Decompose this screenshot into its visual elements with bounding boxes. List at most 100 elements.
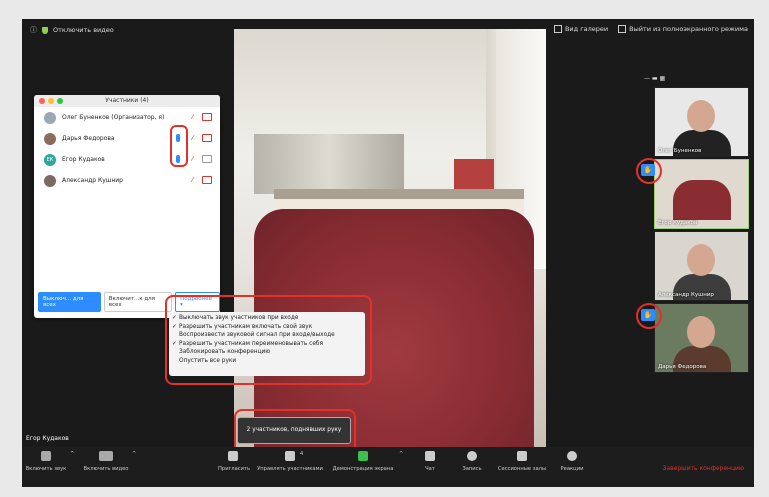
unmute-button[interactable]: Включить звук bbox=[24, 451, 68, 472]
menu-item-lock-meeting[interactable]: Заблокировать конференцию bbox=[169, 348, 365, 357]
check-icon: ✓ bbox=[172, 315, 177, 321]
menu-item-label: Заблокировать конференцию bbox=[179, 349, 271, 355]
reactions-button[interactable]: Реакции bbox=[554, 451, 590, 472]
invite-button[interactable]: Пригласить bbox=[218, 451, 251, 472]
info-icon[interactable]: ⓘ bbox=[30, 25, 37, 35]
invite-label: Пригласить bbox=[218, 466, 251, 472]
unmute-all-button[interactable]: Включит...к для всех bbox=[103, 292, 173, 312]
menu-item-label: Выключать звук участников при входе bbox=[179, 315, 299, 321]
meeting-toolbar: Включить звук ^ Включить видео ^ Приглас… bbox=[22, 447, 754, 487]
thumbnail-video[interactable]: Олег Буненков bbox=[654, 87, 749, 157]
mic-off-icon[interactable]: ⁄ bbox=[192, 176, 198, 184]
participant-row[interactable]: Дарья Федорова ⁄ bbox=[34, 128, 220, 149]
share-options-chevron-icon[interactable]: ^ bbox=[399, 451, 403, 457]
camera-icon[interactable] bbox=[202, 155, 212, 163]
gallery-view-label: Вид галереи bbox=[564, 25, 609, 33]
menu-item-allow-rename[interactable]: ✓ Разрешить участникам переименовывать се… bbox=[169, 340, 365, 349]
participant-row[interactable]: Олег Буненков (Организатор, я) ⁄ bbox=[34, 107, 220, 128]
video-options-chevron-icon[interactable]: ^ bbox=[132, 451, 136, 457]
person-face bbox=[687, 316, 715, 348]
chat-icon bbox=[425, 451, 435, 461]
minimize-dot-icon[interactable] bbox=[48, 98, 54, 104]
thumbnail-name: Александр Кушнир bbox=[658, 292, 714, 298]
recording-label: Отключить видео bbox=[53, 26, 114, 34]
thumbnail-video[interactable]: Егор Кудаков bbox=[654, 159, 749, 229]
exit-fullscreen-label: Выйти из полноэкранного режима bbox=[629, 25, 748, 33]
security-shield-icon[interactable] bbox=[42, 26, 48, 34]
more-options-menu: ✓ Выключать звук участников при входе ✓ Ра… bbox=[169, 312, 365, 376]
menu-item-mute-on-entry[interactable]: ✓ Выключать звук участников при входе bbox=[169, 314, 365, 323]
hand-highlight bbox=[636, 303, 662, 329]
wall-mural bbox=[254, 134, 404, 194]
start-video-button[interactable]: Включить видео bbox=[82, 451, 130, 472]
menu-item-label: Разрешить участникам переименовывать себ… bbox=[179, 340, 323, 347]
mic-off-icon[interactable]: ⁄ bbox=[192, 134, 198, 142]
participant-row[interactable]: Александр Кушнир ⁄ bbox=[34, 170, 220, 191]
participant-name: Олег Буненков (Организатор, я) bbox=[62, 114, 165, 121]
zoom-window: ⓘ Отключить видео Вид галереи Выйти из п… bbox=[22, 19, 754, 487]
thumbnail-controls[interactable]: — ▬ ▦ bbox=[644, 75, 665, 82]
participant-name: Дарья Федорова bbox=[62, 135, 115, 142]
breakout-rooms-label: Сессионные залы bbox=[497, 466, 547, 472]
manage-participants-label: Управлять участниками bbox=[257, 466, 323, 472]
chat-button[interactable]: Чат bbox=[420, 451, 440, 472]
mic-muted-icon bbox=[41, 451, 51, 461]
emoji-icon bbox=[567, 451, 577, 461]
reactions-label: Реакции bbox=[560, 466, 584, 472]
menu-item-allow-unmute[interactable]: ✓ Разрешить участникам включать свой звук bbox=[169, 323, 365, 332]
avatar bbox=[44, 111, 56, 124]
thumbnail-video[interactable]: Александр Кушнир bbox=[654, 231, 749, 301]
breakout-rooms-button[interactable]: Сессионные залы bbox=[497, 451, 547, 472]
share-screen-button[interactable]: Демонстрация экрана bbox=[332, 451, 394, 472]
menu-item-label: Воспроизвести звуковой сигнал при входе/… bbox=[179, 332, 335, 338]
participants-icon bbox=[285, 451, 295, 461]
thumbnail-name: Олег Буненков bbox=[658, 148, 702, 154]
raised-hands-highlight bbox=[170, 125, 188, 167]
participants-title: Участники (4) bbox=[105, 97, 149, 104]
end-meeting-button[interactable]: Завершить конференцию bbox=[663, 465, 744, 472]
fullscreen-icon bbox=[618, 25, 627, 33]
record-button[interactable]: Запись bbox=[460, 451, 484, 472]
start-video-label: Включить видео bbox=[83, 466, 129, 472]
grid-icon bbox=[553, 25, 562, 33]
zoom-dot-icon[interactable] bbox=[57, 98, 63, 104]
thumbnail-name: Дарья Федорова bbox=[658, 364, 707, 370]
check-icon: ✓ bbox=[172, 323, 177, 330]
participant-name: Егор Кудаков bbox=[62, 156, 105, 163]
participants-panel: Участники (4) Олег Буненков (Организатор… bbox=[34, 95, 220, 318]
thumbnail-name: Егор Кудаков bbox=[658, 220, 698, 226]
camera-off-icon[interactable] bbox=[202, 176, 212, 184]
avatar bbox=[44, 132, 56, 145]
mute-all-button[interactable]: Выключ... для всех bbox=[38, 292, 101, 312]
menu-item-lower-all-hands[interactable]: Опустить все руки bbox=[169, 357, 365, 366]
record-icon bbox=[467, 451, 477, 461]
close-dot-icon[interactable] bbox=[39, 98, 45, 104]
record-label: Запись bbox=[462, 466, 482, 472]
exit-fullscreen-button[interactable]: Выйти из полноэкранного режима bbox=[618, 25, 748, 33]
thumbnail-video[interactable]: Дарья Федорова bbox=[654, 303, 749, 373]
menu-item-chime[interactable]: Воспроизвести звуковой сигнал при входе/… bbox=[169, 331, 365, 340]
person-face bbox=[687, 244, 715, 276]
participant-name: Александр Кушнир bbox=[62, 177, 123, 184]
camera-off-icon[interactable] bbox=[202, 134, 212, 142]
camera-off-icon[interactable] bbox=[202, 113, 212, 121]
participant-count: 4 bbox=[300, 451, 304, 457]
breakout-rooms-icon bbox=[517, 451, 527, 461]
manage-participants-button[interactable]: Управлять участниками 4 bbox=[254, 451, 326, 472]
window-controls bbox=[39, 98, 63, 104]
participant-row[interactable]: ЕК Егор Кудаков ⁄ bbox=[34, 149, 220, 170]
gallery-view-button[interactable]: Вид галереи bbox=[553, 25, 609, 33]
self-name-label: Егор Кудаков bbox=[26, 435, 69, 442]
red-chair bbox=[673, 180, 731, 220]
add-user-icon bbox=[228, 451, 238, 461]
avatar bbox=[44, 174, 56, 187]
share-screen-icon bbox=[358, 451, 368, 461]
mic-off-icon[interactable]: ⁄ bbox=[192, 155, 198, 163]
share-screen-label: Демонстрация экрана bbox=[332, 466, 394, 472]
shelf bbox=[274, 189, 524, 199]
avatar: ЕК bbox=[44, 153, 56, 166]
audio-options-chevron-icon[interactable]: ^ bbox=[70, 451, 74, 457]
participants-titlebar: Участники (4) bbox=[34, 95, 220, 107]
thumbnail-strip: — ▬ ▦ Олег Буненков Егор Кудаков Алексан… bbox=[634, 75, 754, 425]
mic-off-icon[interactable]: ⁄ bbox=[192, 113, 198, 121]
